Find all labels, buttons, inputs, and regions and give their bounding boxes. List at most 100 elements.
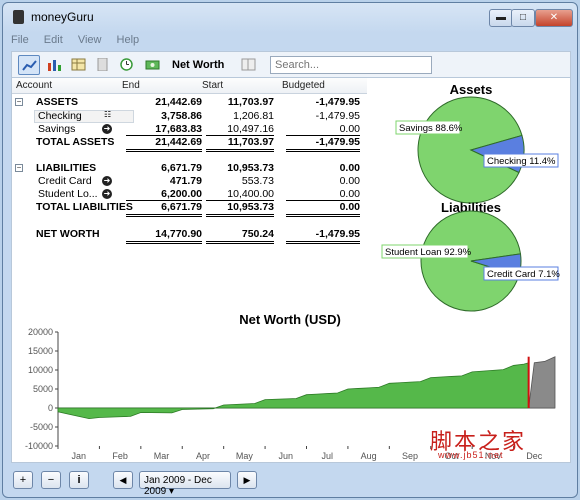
y-tick-label: 15000 — [28, 346, 53, 356]
total-underline — [206, 149, 274, 152]
y-tick-label: -10000 — [25, 441, 53, 451]
bar-chart-icon — [48, 60, 61, 71]
x-tick-label: Apr — [196, 451, 210, 461]
collapse-icon[interactable]: − — [15, 98, 23, 106]
sheet-row[interactable]: TOTAL LIABILITIES 6,671.79 10,953.73 0.00 — [12, 201, 367, 214]
sheet-row[interactable]: Checking 3,758.86 1,206.81 -1,479.95 ☷ — [12, 110, 367, 123]
networth-view-button[interactable] — [18, 55, 40, 75]
sheet-row[interactable]: − LIABILITIES 6,671.79 10,953.73 0.00 — [12, 162, 367, 175]
transactions-view-button[interactable] — [68, 55, 90, 75]
cell-start: 10,953.73 — [227, 201, 274, 213]
pie-label: Credit Card 7.1% — [487, 269, 560, 280]
cell-start: 1,206.81 — [233, 110, 274, 122]
cell-budget: 0.00 — [339, 175, 360, 187]
x-tick-label: Mar — [154, 451, 170, 461]
sheet-row[interactable]: TOTAL ASSETS 21,442.69 11,703.97 -1,479.95 — [12, 136, 367, 149]
total-underline — [206, 241, 274, 244]
go-to-account-icon[interactable]: ➜ — [102, 176, 112, 186]
cell-account: NET WORTH — [36, 228, 100, 240]
columns-button[interactable] — [238, 55, 260, 75]
x-tick-label: Feb — [112, 451, 128, 461]
total-underline — [126, 214, 202, 217]
cell-budget: 0.00 — [339, 188, 360, 200]
col-end[interactable]: End — [122, 80, 140, 91]
y-tick-label: 5000 — [33, 384, 53, 394]
schedules-view-button[interactable] — [116, 55, 138, 75]
total-underline — [286, 241, 360, 244]
cell-account: Savings — [38, 123, 76, 135]
money-icon — [145, 60, 160, 70]
cell-account: LIABILITIES — [36, 162, 97, 174]
search-input[interactable] — [270, 56, 432, 74]
date-range-label: Jan 2009 - Dec 2009 — [144, 475, 212, 497]
cell-end: 21,442.69 — [155, 96, 202, 108]
subtotal-rule — [286, 200, 360, 201]
budgets-view-button[interactable] — [142, 55, 164, 75]
collapse-icon[interactable]: − — [15, 164, 23, 172]
cell-budget: -1,479.95 — [315, 96, 360, 108]
total-underline — [286, 149, 360, 152]
cell-account: Student Lo... — [38, 188, 98, 200]
total-underline — [126, 149, 202, 152]
menu-edit[interactable]: Edit — [44, 34, 63, 46]
clock-icon — [120, 58, 133, 71]
total-underline — [126, 241, 202, 244]
menu-view[interactable]: View — [78, 34, 102, 46]
date-range-selector[interactable]: Jan 2009 - Dec 2009 ▾ — [139, 471, 231, 497]
app-icon — [13, 10, 24, 24]
y-tick-label: 20000 — [28, 327, 53, 337]
cell-end: 14,770.90 — [155, 228, 202, 240]
pie-title: Assets — [450, 82, 493, 97]
cell-start: 11,703.97 — [227, 136, 274, 148]
go-to-account-icon[interactable]: ➜ — [102, 124, 112, 134]
sheet-row[interactable]: − ASSETS 21,442.69 11,703.97 -1,479.95 — [12, 96, 367, 109]
prev-date-button[interactable]: ◀ — [113, 471, 133, 489]
x-tick-label: Jul — [321, 451, 333, 461]
cell-end: 6,671.79 — [161, 201, 202, 213]
menu-file[interactable]: File — [11, 34, 29, 46]
sheet-row[interactable]: Credit Card 471.79 553.73 0.00 ➜ — [12, 175, 367, 188]
profit-view-button[interactable] — [44, 55, 66, 75]
chart-icon — [22, 60, 37, 71]
maximize-button[interactable]: □ — [511, 9, 535, 27]
menu-help[interactable]: Help — [117, 34, 140, 46]
cell-account: TOTAL ASSETS — [36, 136, 115, 148]
col-budgeted[interactable]: Budgeted — [282, 80, 325, 91]
title-bar: moneyGuru ▬ □ ✕ — [3, 3, 577, 31]
account-view-button[interactable] — [92, 55, 114, 75]
x-tick-label: Jan — [71, 451, 86, 461]
networth-area — [57, 362, 530, 420]
y-tick-label: 0 — [48, 403, 53, 413]
add-button[interactable]: + — [13, 471, 33, 489]
cell-end: 6,671.79 — [161, 162, 202, 174]
remove-button[interactable]: − — [41, 471, 61, 489]
next-date-button[interactable]: ▶ — [237, 471, 257, 489]
menu-bar: File Edit View Help — [11, 34, 151, 50]
subtotal-rule — [206, 135, 274, 136]
account-type-icon[interactable]: ☷ — [104, 110, 111, 119]
subtotal-rule — [126, 135, 202, 136]
ledger-icon — [97, 58, 108, 71]
cell-start: 10,400.00 — [227, 188, 274, 200]
x-tick-label: Aug — [361, 451, 377, 461]
x-tick-label: Sep — [402, 451, 418, 461]
go-to-account-icon[interactable]: ➜ — [102, 189, 112, 199]
sheet-row[interactable]: NET WORTH 14,770.90 750.24 -1,479.95 — [12, 228, 367, 241]
col-account[interactable]: Account — [16, 80, 52, 91]
x-tick-label: Jun — [279, 451, 294, 461]
close-button[interactable]: ✕ — [535, 9, 573, 27]
cell-start: 750.24 — [241, 228, 274, 240]
info-button[interactable]: i — [69, 471, 89, 489]
pie-label: Student Loan 92.9% — [385, 247, 472, 258]
networth-panel: Account End Start Budgeted − ASSETS 21,442… — [11, 77, 571, 463]
col-start[interactable]: Start — [202, 80, 223, 91]
cell-start: 10,497.16 — [227, 123, 274, 135]
cell-budget: 0.00 — [339, 201, 360, 213]
cell-end: 21,442.69 — [155, 136, 202, 148]
subtotal-rule — [206, 200, 274, 201]
cell-start: 553.73 — [241, 175, 274, 187]
chart-title: Net Worth (USD) — [239, 312, 341, 327]
cell-budget: -1,479.95 — [315, 110, 360, 122]
cell-budget: 0.00 — [339, 123, 360, 135]
minimize-button[interactable]: ▬ — [489, 9, 513, 27]
